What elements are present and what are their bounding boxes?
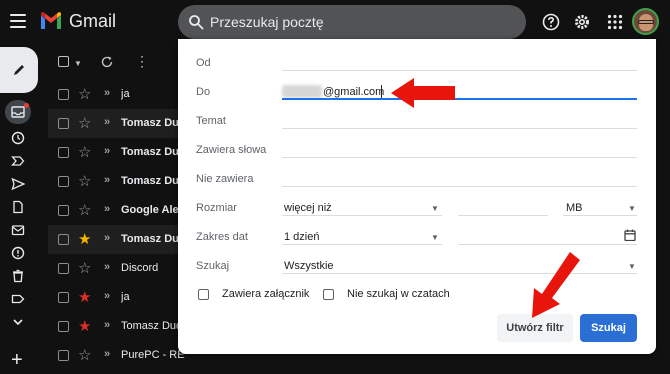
search-icon[interactable]: [188, 14, 204, 30]
date-range-underline: [282, 244, 442, 245]
has-attachment-checkbox[interactable]: [198, 289, 209, 300]
star-icon[interactable]: ☆: [78, 172, 91, 190]
has-attachment-label: Zawiera załącznik: [222, 288, 310, 300]
select-all-checkbox[interactable]: [58, 56, 69, 67]
size-operator-caret-icon[interactable]: ▼: [431, 204, 439, 213]
row-checkbox[interactable]: [58, 292, 69, 303]
gmail-logo-icon[interactable]: [39, 11, 63, 31]
search-in-underline: [282, 273, 637, 274]
redacted-email-prefix: [282, 85, 322, 98]
importance-marker-icon[interactable]: »: [104, 116, 110, 128]
important-icon[interactable]: [10, 153, 26, 169]
text-cursor: [381, 85, 382, 98]
importance-marker-icon[interactable]: »: [104, 261, 110, 273]
star-icon[interactable]: ☆: [78, 259, 91, 277]
select-menu-caret-icon[interactable]: ▼: [74, 59, 82, 68]
date-input[interactable]: [458, 244, 637, 245]
compose-button[interactable]: [0, 47, 38, 93]
row-checkbox[interactable]: [58, 205, 69, 216]
row-checkbox[interactable]: [58, 350, 69, 361]
star-icon[interactable]: ☆: [78, 143, 91, 161]
star-icon[interactable]: ☆: [78, 201, 91, 219]
search-bar[interactable]: Przeszukaj pocztę: [178, 5, 526, 39]
importance-marker-icon[interactable]: »: [104, 290, 110, 302]
importance-marker-icon[interactable]: »: [104, 145, 110, 157]
all-mail-icon[interactable]: [10, 222, 26, 238]
has-words-label: Zawiera słowa: [196, 144, 267, 156]
annotation-arrow-icon: [532, 252, 580, 318]
add-label-icon[interactable]: +: [11, 350, 23, 370]
sent-icon[interactable]: [10, 176, 26, 192]
importance-marker-icon[interactable]: »: [104, 232, 110, 244]
spam-icon[interactable]: [10, 245, 26, 261]
row-checkbox[interactable]: [58, 89, 69, 100]
to-label: Do: [196, 86, 211, 98]
trash-icon[interactable]: [10, 268, 26, 284]
search-in-label: Szukaj: [196, 260, 230, 272]
unread-dot: [24, 103, 29, 108]
chevron-down-icon[interactable]: [10, 314, 26, 330]
apps-grid-icon[interactable]: [604, 11, 626, 33]
more-options-icon[interactable]: ⋮: [135, 54, 149, 68]
size-unit-select[interactable]: MB: [566, 202, 583, 214]
star-icon[interactable]: ★: [78, 230, 91, 248]
no-chats-checkbox[interactable]: [323, 289, 334, 300]
subject-label: Temat: [196, 115, 226, 127]
to-input[interactable]: [282, 98, 637, 100]
not-has-input[interactable]: [282, 186, 637, 187]
to-input-value: @gmail.com: [323, 86, 385, 98]
importance-marker-icon[interactable]: »: [104, 348, 110, 360]
annotation-arrow-icon: [391, 78, 455, 108]
account-avatar[interactable]: [632, 8, 659, 35]
search-placeholder: Przeszukaj pocztę: [210, 14, 324, 30]
snoozed-icon[interactable]: [10, 130, 26, 146]
row-checkbox[interactable]: [58, 234, 69, 245]
size-unit-caret-icon[interactable]: ▼: [628, 204, 636, 213]
size-operator-select[interactable]: więcej niż: [284, 202, 332, 214]
star-icon[interactable]: ☆: [78, 85, 91, 103]
star-icon[interactable]: ★: [78, 288, 91, 306]
not-has-label: Nie zawiera: [196, 173, 254, 185]
search-in-caret-icon[interactable]: ▼: [628, 262, 636, 271]
size-label: Rozmiar: [196, 202, 237, 214]
labels-icon[interactable]: [10, 291, 26, 307]
row-checkbox[interactable]: [58, 118, 69, 129]
from-input[interactable]: [282, 70, 637, 71]
importance-marker-icon[interactable]: »: [104, 87, 110, 99]
main-menu-icon[interactable]: [10, 14, 26, 28]
size-value-input[interactable]: [458, 215, 548, 216]
from-label: Od: [196, 57, 211, 69]
top-bar: Gmail Przeszukaj pocztę: [0, 0, 670, 44]
importance-marker-icon[interactable]: »: [104, 203, 110, 215]
size-operator-underline: [282, 215, 442, 216]
star-icon[interactable]: ☆: [78, 346, 91, 364]
size-unit-underline: [563, 215, 637, 216]
gear-icon[interactable]: [571, 11, 593, 33]
star-icon[interactable]: ☆: [78, 114, 91, 132]
star-icon[interactable]: ★: [78, 317, 91, 335]
row-checkbox[interactable]: [58, 321, 69, 332]
refresh-icon[interactable]: [100, 55, 114, 69]
calendar-icon[interactable]: [624, 229, 636, 241]
date-range-select[interactable]: 1 dzień: [284, 231, 319, 243]
drafts-icon[interactable]: [10, 199, 26, 215]
subject-input[interactable]: [282, 128, 637, 129]
no-chats-label: Nie szukaj w czatach: [347, 288, 450, 300]
search-button[interactable]: Szukaj: [580, 314, 637, 342]
importance-marker-icon[interactable]: »: [104, 174, 110, 186]
row-checkbox[interactable]: [58, 176, 69, 187]
has-words-input[interactable]: [282, 157, 637, 158]
pencil-icon: [14, 65, 24, 75]
date-range-caret-icon[interactable]: ▼: [431, 233, 439, 242]
row-checkbox[interactable]: [58, 147, 69, 158]
app-name: Gmail: [69, 11, 117, 31]
search-in-select[interactable]: Wszystkie: [284, 260, 334, 272]
help-icon[interactable]: [540, 11, 562, 33]
row-checkbox[interactable]: [58, 263, 69, 274]
date-range-label: Zakres dat: [196, 231, 248, 243]
importance-marker-icon[interactable]: »: [104, 319, 110, 331]
